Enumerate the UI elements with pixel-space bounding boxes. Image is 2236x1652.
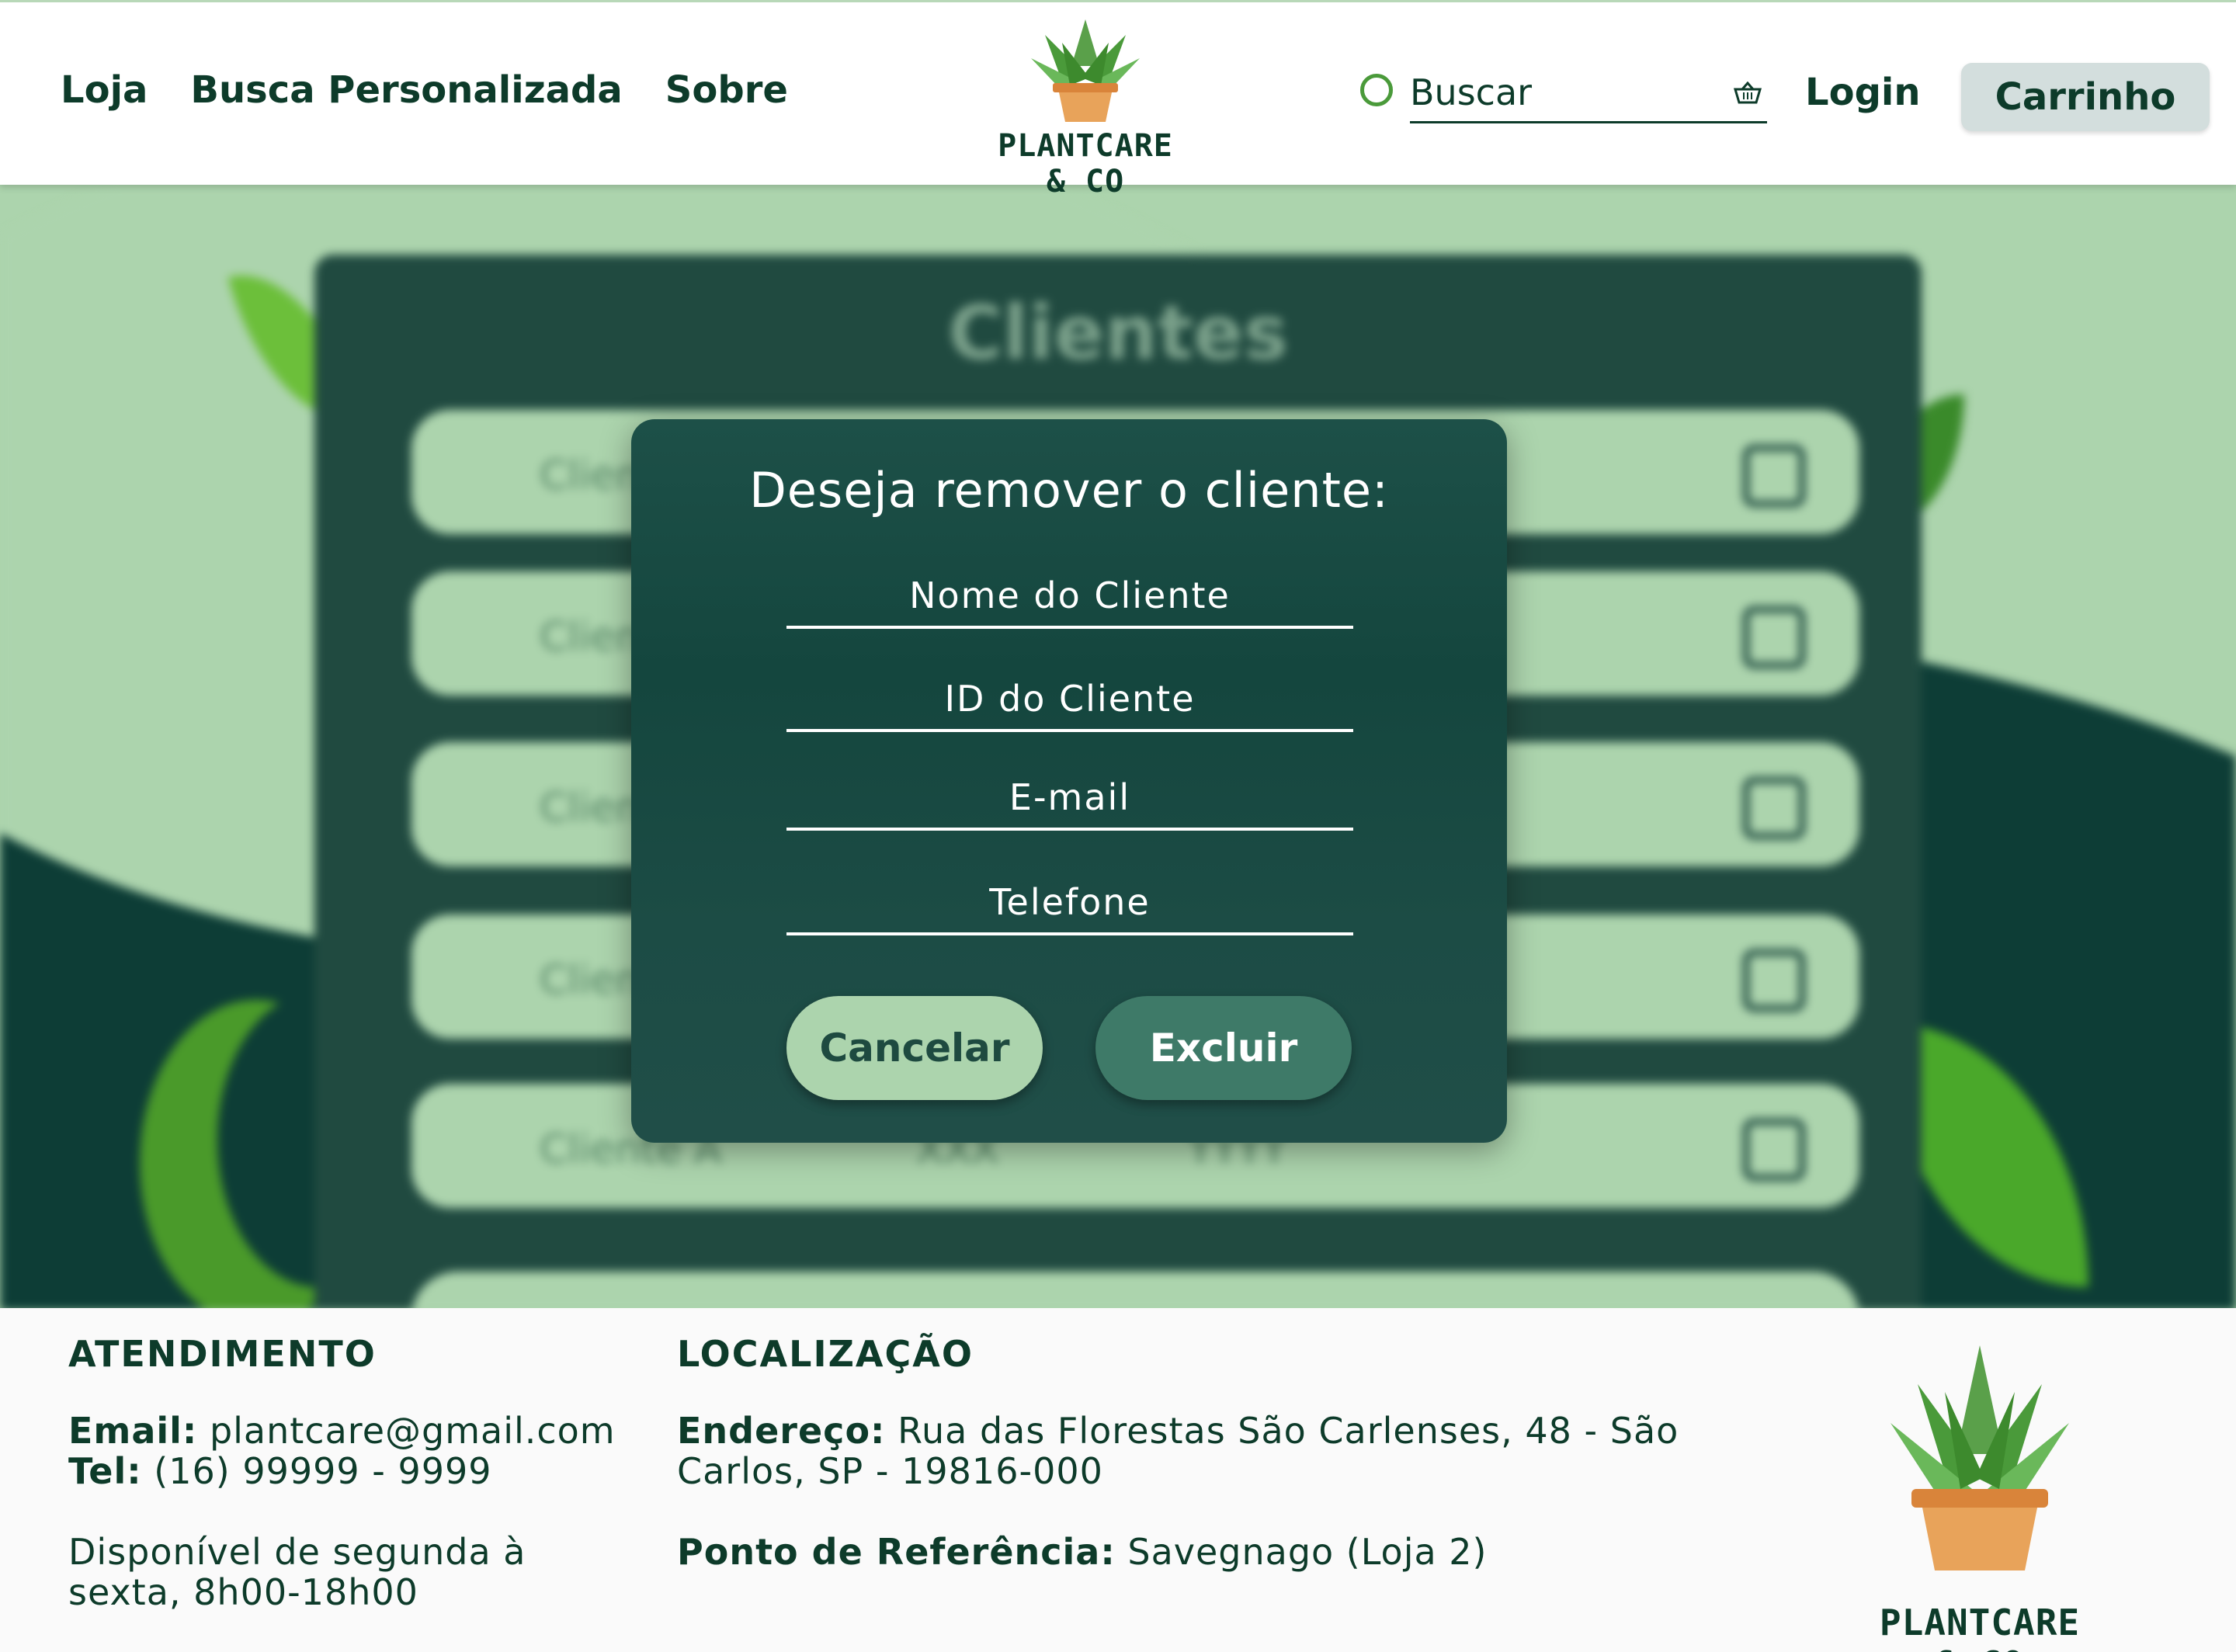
footer-logo-text: PLANTCARE & CO	[1879, 1602, 2081, 1652]
footer-address-line1: Rua das Florestas São Carlenses, 48 - Sã…	[898, 1410, 1679, 1452]
remove-client-dialog: Deseja remover o cliente: Nome do Client…	[631, 419, 1507, 1143]
footer-hours-2: sexta, 8h00-18h00	[68, 1571, 418, 1613]
edit-icon[interactable]	[1743, 1119, 1805, 1181]
plant-pot-icon	[1891, 1345, 2069, 1570]
nav-loja[interactable]: Loja	[61, 68, 148, 112]
footer-hours-1: Disponível de segunda à	[68, 1531, 526, 1573]
nav-busca-personalizada[interactable]: Busca Personalizada	[190, 68, 622, 112]
footer-tel-label: Tel:	[68, 1450, 142, 1492]
field-client-id-label: ID do Cliente	[944, 678, 1196, 720]
footer-logo: PLANTCARE & CO	[1871, 1338, 2088, 1652]
site-footer: ATENDIMENTO Email: plantcare@gmail.com T…	[0, 1308, 2236, 1652]
cart-button[interactable]: Carrinho	[1961, 63, 2210, 131]
field-client-name: Nome do Cliente	[786, 559, 1353, 629]
footer-reference: Ponto de Referência: Savegnago (Loja 2)	[677, 1532, 1488, 1572]
footer-tel: Tel: (16) 99999 - 9999	[68, 1451, 492, 1491]
footer-reference-label: Ponto de Referência:	[677, 1531, 1116, 1573]
main-nav: Loja Busca Personalizada Sobre	[61, 68, 788, 112]
field-phone: Telefone	[786, 866, 1353, 935]
footer-address-line2: Carlos, SP - 19816-000	[677, 1450, 1103, 1492]
field-client-id: ID do Cliente	[786, 662, 1353, 732]
field-email: E-mail	[786, 761, 1353, 831]
footer-email-label: Email:	[68, 1410, 198, 1452]
edit-icon[interactable]	[1743, 777, 1805, 839]
search-input[interactable]	[1410, 68, 1767, 123]
footer-localizacao-heading: LOCALIZAÇÃO	[677, 1333, 974, 1375]
search-bar	[1360, 68, 1770, 125]
edit-icon[interactable]	[1743, 445, 1805, 507]
clients-panel-title: Clientes	[948, 290, 1288, 377]
search-icon	[1360, 74, 1393, 106]
cancel-button[interactable]: Cancelar	[786, 996, 1043, 1100]
field-email-label: E-mail	[1009, 776, 1131, 818]
footer-reference-value: Savegnago (Loja 2)	[1127, 1531, 1488, 1573]
nav-sobre[interactable]: Sobre	[665, 68, 788, 112]
top-header: Loja Busca Personalizada Sobre PLANTCARE…	[0, 0, 2236, 200]
dialog-title: Deseja remover o cliente:	[749, 462, 1389, 519]
footer-address: Endereço: Rua das Florestas São Carlense…	[677, 1411, 1679, 1451]
login-link[interactable]: Login	[1805, 71, 1921, 114]
field-phone-label: Telefone	[989, 881, 1151, 923]
basket-icon[interactable]	[1733, 82, 1762, 105]
edit-icon[interactable]	[1743, 606, 1805, 668]
delete-button[interactable]: Excluir	[1095, 996, 1352, 1100]
edit-icon[interactable]	[1743, 949, 1805, 1012]
add-client-pill	[411, 1272, 1859, 1310]
footer-email: Email: plantcare@gmail.com	[68, 1411, 616, 1451]
field-client-name-label: Nome do Cliente	[909, 574, 1231, 616]
footer-email-value[interactable]: plantcare@gmail.com	[210, 1410, 616, 1452]
plant-pot-icon	[1031, 19, 1140, 122]
brand-logo-text: PLANTCARE & CO	[998, 128, 1173, 200]
brand-logo[interactable]: PLANTCARE & CO	[984, 12, 1186, 200]
footer-address-label: Endereço:	[677, 1410, 886, 1452]
footer-tel-value: (16) 99999 - 9999	[154, 1450, 492, 1492]
footer-atendimento-heading: ATENDIMENTO	[68, 1333, 377, 1375]
